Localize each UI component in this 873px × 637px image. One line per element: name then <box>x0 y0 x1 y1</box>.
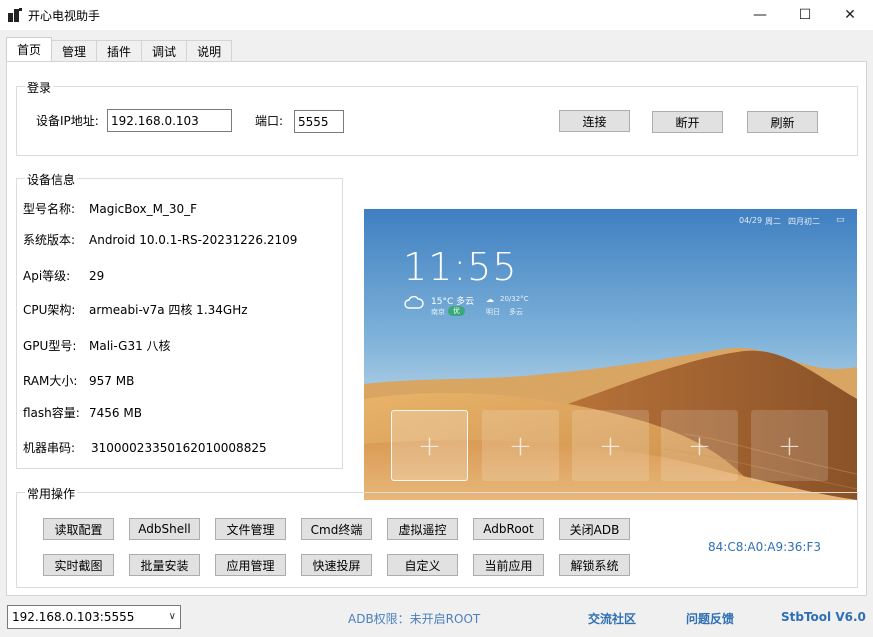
device-info-group: 设备信息 型号名称: MagicBox_M_30_F 系统版本: Android 1… <box>16 171 343 469</box>
current-app-button[interactable]: 当前应用 <box>473 554 544 576</box>
tab-manage[interactable]: 管理 <box>51 40 98 61</box>
tv-cloud-small-icon: ☁ <box>486 295 494 304</box>
tab-home[interactable]: 首页 <box>6 37 53 61</box>
tv-clock: 11:55 <box>403 245 518 289</box>
tv-temp-tomorrow: 20/32°C <box>500 295 529 303</box>
login-group: 登录 设备IP地址: 端口: 连接 断开 刷新 <box>16 79 858 156</box>
login-group-title: 登录 <box>25 79 54 96</box>
app-icon <box>8 8 22 22</box>
adb-permission-status: ADB权限：未开启ROOT <box>348 612 481 626</box>
info-row-api: Api等级: 29 <box>23 269 105 283</box>
info-row-cpu: CPU架构: armeabi-v7a 四核 1.34GHz <box>23 303 248 317</box>
info-row-model: 型号名称: MagicBox_M_30_F <box>23 202 198 216</box>
disconnect-button[interactable]: 断开 <box>652 111 723 133</box>
tv-tomorrow-weather: 多云 <box>509 308 523 316</box>
tv-app-tile-1: + <box>391 410 468 481</box>
maximize-button[interactable]: ☐ <box>782 0 828 30</box>
adb-shell-button[interactable]: AdbShell <box>129 518 200 540</box>
tv-city: 南京 <box>431 308 445 316</box>
ip-input[interactable] <box>107 109 232 132</box>
file-manager-button[interactable]: 文件管理 <box>215 518 286 540</box>
client-area: 首页 管理 插件 调试 说明 登录 设备IP地址: 端口: 连接 断开 刷新 设… <box>0 30 873 637</box>
app-manager-button[interactable]: 应用管理 <box>215 554 286 576</box>
tv-lunar-date: 四月初二 <box>788 217 820 226</box>
info-row-gpu: GPU型号: Mali-G31 八核 <box>23 339 171 353</box>
screenshot-button[interactable]: 实时截图 <box>43 554 114 576</box>
tab-plugins[interactable]: 插件 <box>96 40 143 61</box>
chevron-down-icon[interactable]: ∨ <box>169 606 176 628</box>
feedback-link[interactable]: 问题反馈 <box>686 610 734 627</box>
tab-debug[interactable]: 调试 <box>141 40 188 61</box>
refresh-button[interactable]: 刷新 <box>747 111 818 133</box>
info-row-serial: 机器串码: 31000023350162010008825 <box>23 441 267 455</box>
close-adb-button[interactable]: 关闭ADB <box>559 518 630 540</box>
port-input[interactable] <box>294 110 344 133</box>
read-config-button[interactable]: 读取配置 <box>43 518 114 540</box>
version-link[interactable]: StbTool V6.0 <box>781 610 866 624</box>
cloud-icon <box>404 295 424 309</box>
common-ops-title: 常用操作 <box>25 485 78 502</box>
tab-help[interactable]: 说明 <box>186 40 233 61</box>
tv-weekday: 周二 <box>765 217 781 226</box>
tv-app-tile-4: + <box>661 410 738 481</box>
tv-app-tile-3: + <box>572 410 649 481</box>
adb-root-button[interactable]: AdbRoot <box>473 518 544 540</box>
device-select[interactable]: 192.168.0.103:5555 ∨ <box>7 605 181 629</box>
cmd-terminal-button[interactable]: Cmd终端 <box>301 518 372 540</box>
info-row-ram: RAM大小: 957 MB <box>23 374 135 388</box>
home-panel: 登录 设备IP地址: 端口: 连接 断开 刷新 设备信息 型号名称:MagicB… <box>6 61 867 596</box>
close-button[interactable]: ✕ <box>827 0 873 30</box>
connect-button[interactable]: 连接 <box>559 110 630 132</box>
tv-tomorrow-label: 明日 <box>486 308 500 316</box>
tv-message-icon: ▭ <box>836 215 845 225</box>
tv-aqi-badge: 优 <box>448 306 465 316</box>
port-label: 端口: <box>255 114 284 128</box>
info-row-flash: flash容量: 7456 MB <box>23 406 142 420</box>
tv-app-tile-5: + <box>751 410 828 481</box>
common-ops-group: 常用操作 读取配置 AdbShell 文件管理 Cmd终端 虚拟遥控 AdbRo… <box>16 485 858 588</box>
device-select-value: 192.168.0.103:5555 <box>12 610 135 624</box>
virtual-remote-button[interactable]: 虚拟遥控 <box>387 518 458 540</box>
tab-strip: 首页 管理 插件 调试 说明 <box>6 37 233 61</box>
unlock-system-button[interactable]: 解锁系统 <box>559 554 630 576</box>
device-info-title: 设备信息 <box>25 171 78 188</box>
batch-install-button[interactable]: 批量安装 <box>129 554 200 576</box>
window-title: 开心电视助手 <box>28 9 101 23</box>
ip-label: 设备IP地址: <box>36 114 99 128</box>
quick-cast-button[interactable]: 快速投屏 <box>301 554 372 576</box>
minimize-button[interactable]: — <box>737 0 783 30</box>
tv-date: 04/29 <box>739 216 763 225</box>
tv-screen-preview: 04/29 周二 四月初二 ▭ 11:55 15°C 多云 南京 优 ☁ 20/… <box>364 209 857 500</box>
info-row-os: 系统版本: Android 10.0.1-RS-20231226.2109 <box>23 233 298 247</box>
community-link[interactable]: 交流社区 <box>588 610 636 627</box>
custom-button[interactable]: 自定义 <box>387 554 458 576</box>
mac-address: 84:C8:A0:A9:36:F3 <box>708 540 821 554</box>
title-bar: 开心电视助手 — ☐ ✕ <box>0 0 873 30</box>
tv-app-tile-2: + <box>482 410 559 481</box>
